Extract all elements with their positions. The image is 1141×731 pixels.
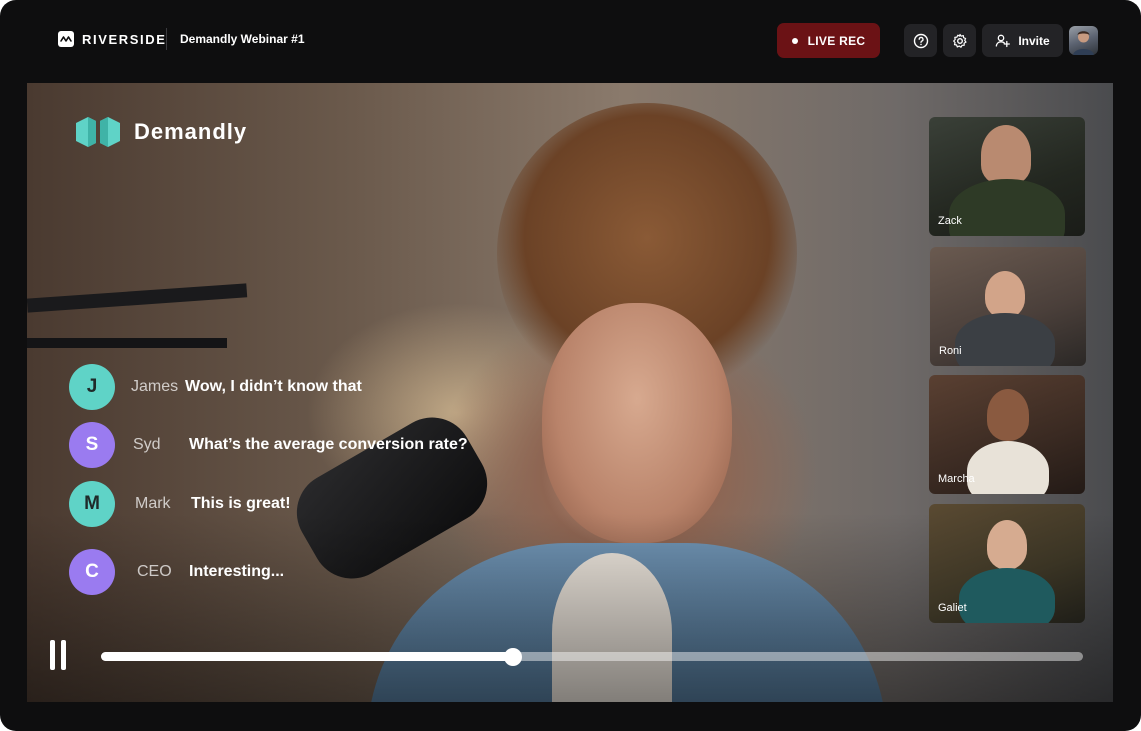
- live-rec-label: LIVE REC: [807, 33, 866, 48]
- top-bar: RIVERSIDE Demandly Webinar #1 LIVE REC I…: [0, 0, 1141, 82]
- chat-message: J James Wow, I didn’t know that: [69, 364, 362, 410]
- participant-name: Zack: [938, 215, 962, 227]
- rec-dot-icon: [791, 37, 798, 44]
- participant-face: [981, 125, 1031, 185]
- settings-button[interactable]: [943, 24, 976, 57]
- participant-face: [987, 389, 1029, 441]
- chat-author: Syd: [133, 436, 161, 453]
- progress-bar[interactable]: [101, 648, 1083, 666]
- chat-author: James: [131, 378, 179, 395]
- demandly-logo-icon: [76, 117, 120, 147]
- chat-avatar: M: [69, 481, 115, 527]
- header-divider: [166, 28, 167, 50]
- user-avatar[interactable]: [1069, 26, 1098, 55]
- stage-logo-name: Demandly: [134, 119, 248, 144]
- chat-text: What’s the average conversion rate?: [189, 436, 468, 453]
- stage-logo: Demandly: [74, 115, 247, 149]
- chat-text: This is great!: [191, 495, 291, 512]
- add-user-icon: [995, 34, 1011, 48]
- progress-fill: [101, 652, 514, 661]
- invite-label: Invite: [1018, 33, 1050, 48]
- user-avatar-photo: [1073, 31, 1094, 55]
- participant-name: Marcha: [938, 473, 975, 485]
- participant-face: [985, 271, 1025, 319]
- help-button[interactable]: [904, 24, 937, 57]
- chat-text: Interesting...: [189, 563, 285, 580]
- chat-avatar: S: [69, 422, 115, 468]
- participant-name: Roni: [939, 345, 962, 357]
- help-icon: [913, 33, 928, 48]
- pause-button[interactable]: [50, 640, 72, 670]
- chat-message: S Syd What’s the average conversion rate…: [69, 422, 468, 468]
- participant-tile-marcha[interactable]: Marcha: [929, 375, 1085, 494]
- chat-avatar: C: [69, 549, 115, 595]
- invite-button[interactable]: Invite: [982, 24, 1063, 57]
- participant-body: [959, 568, 1055, 623]
- chat-message: C CEO Interesting...: [69, 549, 284, 595]
- mic-arm-lower: [27, 338, 227, 348]
- participant-face: [987, 520, 1027, 570]
- chat-author: Mark: [135, 495, 171, 512]
- gear-icon: [952, 33, 967, 48]
- participant-tile-galiet[interactable]: Galiet: [929, 504, 1085, 623]
- pause-icon: [50, 640, 55, 670]
- chat-author: CEO: [137, 563, 172, 580]
- chat-avatar: J: [69, 364, 115, 410]
- brand[interactable]: RIVERSIDE: [58, 31, 166, 47]
- participant-body: [949, 179, 1065, 236]
- riverside-logo-icon: [58, 31, 74, 47]
- app-window: RIVERSIDE Demandly Webinar #1 LIVE REC I…: [0, 0, 1141, 731]
- participant-name: Galiet: [938, 602, 967, 614]
- mic-arm: [27, 283, 248, 313]
- participant-tile-roni[interactable]: Roni: [930, 247, 1086, 366]
- speaker-face: [542, 303, 732, 543]
- participant-tile-zack[interactable]: Zack: [929, 117, 1085, 236]
- brand-name: RIVERSIDE: [82, 31, 167, 47]
- main-video-stage: Demandly J James Wow, I didn’t know that…: [27, 83, 1113, 702]
- participant-body: [967, 441, 1049, 494]
- participant-body: [955, 313, 1055, 366]
- live-rec-button[interactable]: LIVE REC: [777, 23, 880, 58]
- chat-message: M Mark This is great!: [69, 481, 291, 527]
- chat-text: Wow, I didn’t know that: [185, 378, 362, 395]
- pause-icon: [61, 640, 66, 670]
- project-title: Demandly Webinar #1: [180, 32, 305, 46]
